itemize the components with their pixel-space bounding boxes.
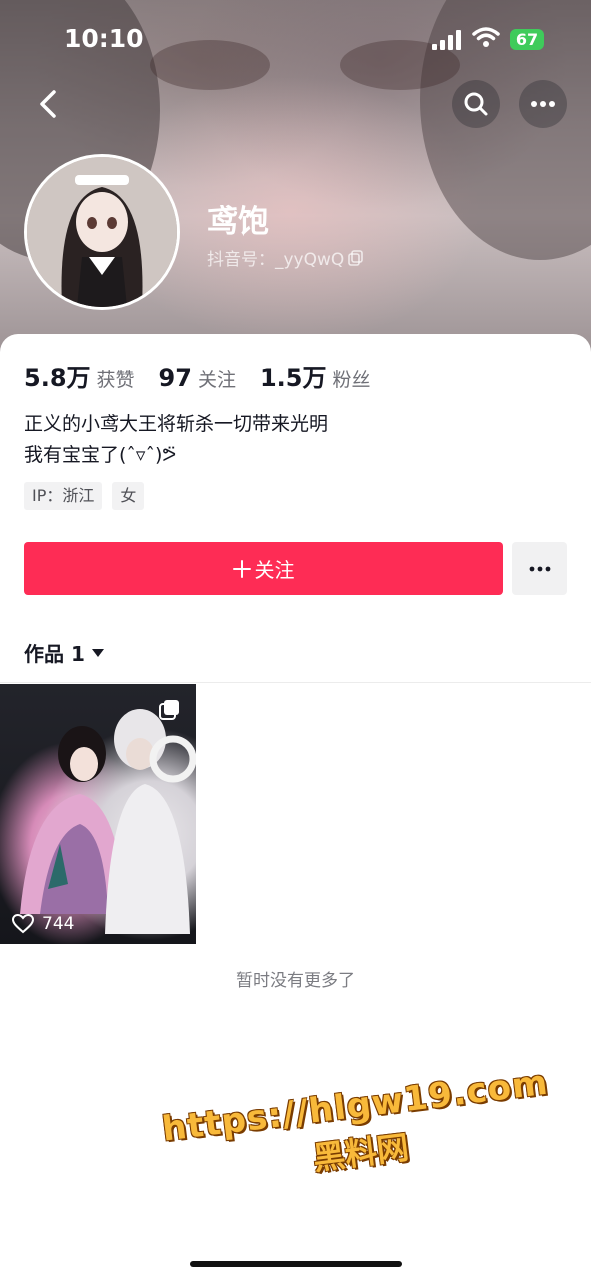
multi-image-icon — [159, 700, 179, 720]
battery-indicator: 67 — [510, 29, 544, 50]
profile-tags: IP：浙江 女 — [24, 482, 145, 510]
status-bar: 10:10 67 — [0, 0, 591, 80]
search-button[interactable] — [452, 80, 500, 128]
following-label[interactable]: 关注 — [198, 365, 236, 392]
ip-location-tag: IP：浙江 — [24, 482, 103, 510]
chevron-left-icon — [40, 90, 56, 118]
avatar[interactable] — [24, 154, 180, 310]
plus-icon — [232, 559, 251, 578]
likes-label: 获赞 — [96, 369, 135, 391]
video-thumbnail-image — [20, 709, 196, 934]
caret-down-icon — [91, 648, 104, 657]
tab-works[interactable]: 作品 1 — [24, 638, 105, 667]
cell-signal-icon — [432, 30, 464, 50]
wifi-icon — [472, 27, 500, 47]
follow-button[interactable]: 关注 — [24, 542, 503, 595]
video-likes: 744 — [12, 914, 74, 934]
video-thumbnail[interactable]: 744 — [0, 684, 196, 944]
bio-line: 正义的小鸢大王将斩杀一切带来光明 — [24, 413, 329, 435]
douyin-id-text: 抖音号：_yyQwQ — [207, 250, 345, 270]
followers-count[interactable]: 1.5万 — [260, 358, 327, 393]
bio-line: 我有宝宝了(ˆ▿ˆ)ᕗ̈ — [24, 444, 177, 466]
more-actions-button[interactable] — [512, 542, 567, 595]
following-count[interactable]: 97 — [159, 364, 192, 392]
back-button[interactable] — [24, 80, 72, 128]
home-indicator[interactable] — [190, 1261, 402, 1267]
no-more-content-text: 暂时没有更多了 — [236, 971, 355, 991]
works-tab-bar: 作品 1 — [0, 624, 591, 683]
search-icon — [464, 92, 488, 116]
profile-bio: 正义的小鸢大王将斩杀一切带来光明 我有宝宝了(ˆ▿ˆ)ᕗ̈ — [24, 409, 328, 471]
followers-label[interactable]: 粉丝 — [332, 365, 370, 392]
more-dots-icon — [531, 101, 555, 107]
gender-tag: 女 — [112, 482, 145, 510]
status-time: 10:10 — [64, 24, 144, 53]
video-likes-count: 744 — [42, 914, 75, 934]
follow-button-label: 关注 — [254, 558, 295, 582]
tab-works-label: 作品 1 — [24, 642, 85, 666]
profile-stats: 5.8万 获赞 97 关注 1.5万 粉丝 — [24, 358, 394, 393]
copy-icon[interactable] — [348, 249, 364, 266]
douyin-id[interactable]: 抖音号：_yyQwQ — [207, 245, 364, 270]
likes-count: 5.8万 — [24, 364, 91, 392]
more-options-button[interactable] — [519, 80, 567, 128]
avatar-image — [27, 157, 177, 307]
heart-icon — [12, 914, 34, 934]
profile-nickname: 鸢饱 — [207, 204, 269, 240]
more-dots-icon — [529, 566, 550, 571]
